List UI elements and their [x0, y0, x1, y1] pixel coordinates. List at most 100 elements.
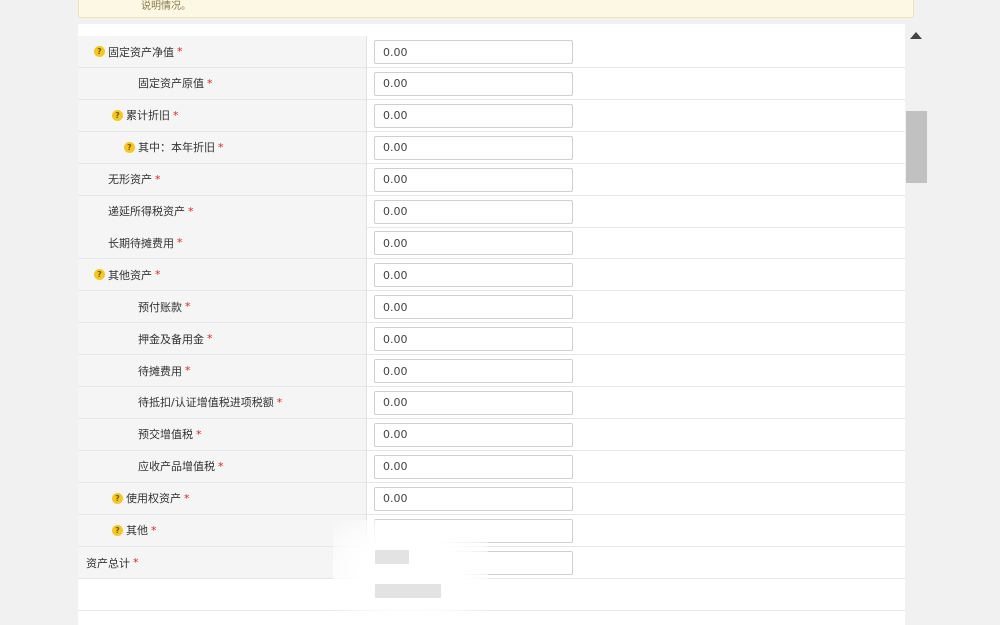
row-label: 其中：本年折旧: [138, 141, 215, 155]
amount-input[interactable]: [374, 454, 573, 479]
amount-input[interactable]: [374, 295, 573, 320]
scroll-up-arrow-icon[interactable]: [910, 32, 922, 39]
row-label: 押金及备用金: [138, 332, 204, 346]
form-row: ? 使用权资产 *: [78, 482, 905, 515]
row-label-cell: 预交增值税 *: [78, 418, 367, 450]
row-label-cell: ? 其他 *: [78, 514, 367, 546]
required-asterisk: *: [177, 236, 183, 250]
row-label-cell: 长期待摊费用 *: [78, 227, 367, 259]
required-asterisk: *: [184, 491, 190, 505]
redaction-block: [375, 550, 409, 564]
row-label-cell: ? 使用权资产 *: [78, 482, 367, 514]
required-asterisk: *: [133, 556, 139, 569]
amount-input[interactable]: [374, 390, 573, 415]
row-label: 预付账款: [138, 300, 182, 314]
required-asterisk: *: [218, 140, 224, 154]
amount-input[interactable]: [374, 71, 573, 96]
form-row: 资产总计 *: [78, 547, 905, 579]
row-label: 应收产品增值税: [138, 460, 215, 474]
row-label: 使用权资产: [126, 492, 181, 506]
help-question-icon[interactable]: ?: [112, 109, 123, 121]
help-question-icon[interactable]: ?: [112, 524, 123, 536]
form-row: 预交增值税 *: [78, 418, 905, 451]
row-label: 待摊费用: [138, 364, 182, 378]
help-question-icon[interactable]: ?: [124, 141, 135, 153]
row-label: 资产总计: [86, 556, 130, 570]
redaction-block: [375, 584, 441, 598]
row-label: 其他: [126, 524, 148, 537]
row-label-cell: ? 其中：本年折旧 *: [78, 131, 367, 163]
row-label: 固定资产原值: [138, 77, 204, 91]
info-notice: 说明情况。: [78, 0, 914, 18]
amount-input[interactable]: [374, 359, 573, 383]
help-question-icon[interactable]: ?: [94, 269, 105, 281]
form-row: 预付账款 *: [78, 291, 905, 324]
row-label-cell: 递延所得税资产 *: [78, 195, 367, 227]
row-label: 固定资产净值: [108, 45, 174, 59]
row-label-cell: 固定资产原值 *: [78, 67, 367, 99]
amount-input[interactable]: [374, 135, 573, 160]
form-row: 待摊费用 *: [78, 355, 905, 387]
form-row: 无形资产 *: [78, 163, 905, 196]
row-label-cell: 预付账款 *: [78, 291, 367, 323]
amount-input[interactable]: [374, 103, 573, 128]
balance-sheet-panel: ?固定资产净值*固定资产原值*?累计折旧*?其中：本年折旧*无形资产*递延所得税…: [78, 24, 928, 625]
row-label: 累计折旧: [126, 109, 170, 123]
help-question-icon[interactable]: ?: [112, 492, 123, 504]
row-label-cell: ? 累计折旧 *: [78, 99, 367, 131]
amount-input[interactable]: [374, 231, 573, 256]
required-asterisk: *: [196, 427, 202, 441]
form-row: 应收产品增值税 *: [78, 450, 905, 483]
redaction-mask: [333, 520, 488, 620]
form-row: ? 其中：本年折旧 *: [78, 131, 905, 164]
row-label: 待抵扣/认证增值税进项税额: [138, 396, 274, 410]
form-row: 递延所得税资产 *: [78, 195, 905, 228]
vertical-scrollbar[interactable]: [905, 24, 928, 625]
required-asterisk: *: [276, 395, 283, 409]
required-asterisk: *: [207, 332, 213, 346]
row-label-cell: 待摊费用 *: [78, 355, 367, 386]
row-label-cell: 应收产品增值税 *: [78, 450, 367, 482]
required-asterisk: *: [151, 523, 157, 537]
row-label: 无形资产: [108, 173, 152, 187]
amount-input[interactable]: [374, 486, 573, 511]
row-label-cell: 押金及备用金 *: [78, 323, 367, 355]
row-label-cell: ? 其他资产 *: [78, 259, 367, 291]
amount-input[interactable]: [374, 327, 573, 352]
required-asterisk: *: [155, 268, 161, 282]
required-asterisk: *: [207, 76, 213, 90]
form-row: ? 其他资产 *: [78, 259, 905, 292]
form-row: 押金及备用金 *: [78, 323, 905, 356]
required-asterisk: *: [177, 45, 183, 58]
row-label-cell: 资产总计 *: [78, 547, 367, 578]
scrollbar-thumb[interactable]: [906, 111, 927, 183]
row-label: 递延所得税资产: [108, 205, 185, 218]
amount-input[interactable]: [374, 167, 573, 192]
required-asterisk: *: [173, 108, 179, 122]
form-row: 长期待摊费用 *: [78, 227, 905, 260]
asset-form: ?固定资产净值*固定资产原值*?累计折旧*?其中：本年折旧*无形资产*递延所得税…: [78, 24, 905, 625]
amount-input[interactable]: [374, 40, 573, 64]
row-label-cell: 待抵扣/认证增值税进项税额 *: [78, 386, 367, 418]
form-row: 固定资产原值 *: [78, 67, 905, 100]
form-row: ? 累计折旧 *: [78, 99, 905, 132]
amount-input[interactable]: [374, 199, 573, 224]
row-label: 其他资产: [108, 268, 152, 282]
section-spacer-row: [78, 579, 905, 611]
required-asterisk: *: [185, 300, 191, 314]
required-asterisk: *: [188, 204, 194, 218]
amount-input[interactable]: [374, 422, 573, 447]
form-row: 待抵扣/认证增值税进项税额 *: [78, 386, 905, 419]
required-asterisk: *: [218, 459, 224, 473]
row-label-cell: 无形资产 *: [78, 163, 367, 195]
notice-text: 说明情况。: [141, 1, 191, 12]
required-asterisk: *: [185, 364, 191, 377]
form-row: ? 其他 *: [78, 514, 905, 547]
form-row: ? 固定资产净值 *: [78, 36, 905, 68]
required-asterisk: *: [155, 172, 161, 186]
help-question-icon[interactable]: ?: [94, 46, 105, 57]
row-label: 长期待摊费用: [108, 236, 174, 250]
row-label: 预交增值税: [138, 428, 193, 442]
amount-input[interactable]: [374, 263, 573, 288]
row-label-cell: ? 固定资产净值 *: [78, 36, 367, 67]
